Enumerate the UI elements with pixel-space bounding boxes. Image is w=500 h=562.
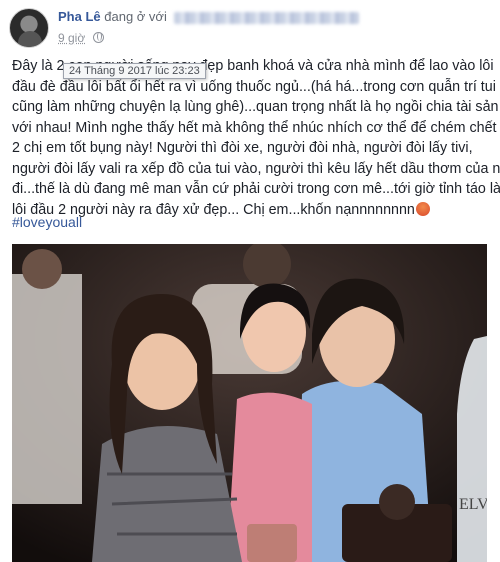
post-meta: 9 giờ	[58, 31, 104, 45]
with-status-text: đang ở với	[104, 9, 167, 24]
post-text-line: đi...thế là dù đang mê man vẫn cứ phải c…	[12, 181, 500, 197]
globe-icon[interactable]	[92, 32, 104, 43]
post-body-text: Đây là 2 con người sống nay đẹp banh kho…	[12, 56, 500, 221]
photo-illustration: ELVED	[12, 244, 487, 562]
profile-avatar[interactable]	[9, 8, 49, 48]
post-time-link[interactable]: 9 giờ	[58, 31, 85, 45]
post-text-line: với nhau! Mình nghe thấy hết mà không th…	[12, 119, 497, 136]
post-header: Pha Lê đang ở với 9 giờ	[0, 0, 500, 52]
timestamp-tooltip: 24 Tháng 9 2017 lúc 23:23	[63, 63, 206, 79]
post-author-line: Pha Lê đang ở với	[58, 9, 360, 24]
post-text-line: 2 chị em tốt bụng này! Người thì đòi xe,…	[12, 140, 473, 156]
post-text-line: đầu đè đầu lôi bất ổi hết ra vì uống thu…	[12, 78, 496, 95]
post-text-line: người đòi lấy vali ra xếp đồ của tui vào…	[12, 160, 500, 177]
hashtag-link[interactable]: #loveyouall	[12, 214, 82, 230]
bottle-label: ELVED	[459, 496, 487, 513]
author-name-link[interactable]: Pha Lê	[58, 9, 101, 24]
post-text-line: cũng làm những chuyện lạ lùng ghê)...qua…	[12, 99, 499, 115]
angry-face-icon	[415, 201, 430, 216]
post-photo[interactable]: ELVED	[12, 244, 487, 562]
tagged-people-blurred[interactable]	[174, 11, 360, 24]
post-text-line-last: lôi đầu 2 người này ra đây xử đẹp... Chị…	[12, 200, 494, 221]
